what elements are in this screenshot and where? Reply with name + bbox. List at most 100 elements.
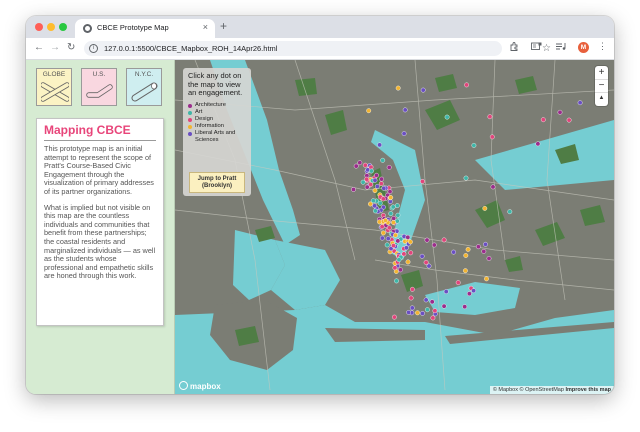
engagement-dot[interactable] [393,232,398,238]
engagement-dot[interactable] [374,184,380,189]
engagement-dot[interactable] [353,163,359,169]
engagement-dot[interactable] [429,299,435,305]
engagement-dot[interactable] [391,314,397,320]
forward-button[interactable]: → [50,41,60,55]
engagement-dot[interactable] [420,179,425,184]
profile-avatar[interactable]: M [578,42,589,53]
engagement-dot[interactable] [372,203,378,209]
extensions-icon[interactable] [510,42,519,53]
engagement-dot[interactable] [366,108,372,114]
engagement-dot[interactable] [387,189,393,195]
engagement-dot[interactable] [463,253,469,258]
engagement-dot[interactable] [380,230,386,236]
engagement-dot[interactable] [463,175,469,181]
engagement-dot[interactable] [392,265,398,271]
minimize-window-button[interactable] [47,23,55,31]
close-window-button[interactable] [35,23,43,31]
zoom-out-button[interactable]: − [595,79,608,93]
zoom-in-button[interactable]: + [595,66,608,80]
engagement-dot[interactable] [409,286,415,292]
engagement-dot[interactable] [466,291,472,297]
engagement-dot[interactable] [372,188,378,194]
engagement-dot[interactable] [420,87,426,93]
engagement-dot[interactable] [482,205,488,211]
engagement-dot[interactable] [372,208,378,214]
engagement-dot[interactable] [408,250,414,256]
engagement-dot[interactable] [388,211,394,217]
engagement-dot[interactable] [489,134,495,140]
engagement-dot[interactable] [441,237,447,243]
attribution-text[interactable]: © Mapbox © OpenStreetMap [493,387,564,393]
engagement-dot[interactable] [430,315,436,321]
engagement-dot[interactable] [401,251,407,257]
engagement-dot[interactable] [405,234,411,240]
engagement-dot[interactable] [380,157,386,163]
engagement-dot[interactable] [394,203,400,209]
engagement-dot[interactable] [357,160,363,166]
engagement-dot[interactable] [384,242,390,248]
engagement-dot[interactable] [377,142,383,148]
engagement-dot[interactable] [364,184,370,190]
engagement-dot[interactable] [396,257,402,263]
engagement-dot[interactable] [455,280,461,286]
engagement-dot[interactable] [432,308,438,314]
engagement-dot[interactable] [381,185,387,191]
engagement-dot[interactable] [475,244,481,250]
maximize-window-button[interactable] [59,23,67,31]
engagement-dot[interactable] [395,238,401,244]
engagement-dot[interactable] [391,243,396,249]
bookmark-star-icon[interactable]: ☆ [542,43,551,54]
engagement-dot[interactable] [383,217,388,223]
engagement-dot[interactable] [395,212,401,218]
engagement-dot[interactable] [370,198,376,204]
engagement-dot[interactable] [378,181,384,187]
site-info-icon[interactable]: i [89,44,98,53]
engagement-dot[interactable] [398,267,403,273]
engagement-dot[interactable] [464,82,469,88]
engagement-dot[interactable] [471,288,476,294]
engagement-dot[interactable] [364,176,370,182]
nyc-scope-button[interactable]: N.Y.C. [126,68,162,106]
reload-button[interactable]: ↻ [67,41,75,55]
engagement-dot[interactable] [486,256,492,261]
engagement-dot[interactable] [360,179,366,185]
engagement-dot[interactable] [566,117,572,123]
engagement-dot[interactable] [379,176,385,182]
engagement-dot[interactable] [368,168,374,174]
engagement-dot[interactable] [385,236,391,242]
engagement-dot[interactable] [424,307,430,313]
engagement-dot[interactable] [402,107,408,113]
engagement-dot[interactable] [481,248,487,254]
engagement-dot[interactable] [403,245,409,251]
compass-icon[interactable]: ▲ [595,92,608,105]
engagement-dot[interactable] [487,114,493,120]
engagement-dot[interactable] [419,253,425,259]
engagement-dot[interactable] [426,263,432,269]
us-scope-button[interactable]: U.S. [81,68,117,106]
engagement-dot[interactable] [423,297,429,303]
engagement-dot[interactable] [423,259,429,265]
tab-close-icon[interactable]: × [203,22,208,32]
engagement-dot[interactable] [444,114,450,120]
engagement-dot[interactable] [465,246,471,252]
engagement-dot[interactable] [443,289,449,295]
engagement-dot[interactable] [535,141,541,147]
browser-menu-icon[interactable]: ⋮ [598,41,607,52]
engagement-dot[interactable] [424,237,430,243]
back-button[interactable]: ← [34,41,44,55]
engagement-dot[interactable] [401,131,407,137]
jump-to-pratt-button[interactable]: Jump to Pratt (Brooklyn) [189,172,245,193]
engagement-dot[interactable] [441,303,447,309]
reading-mode-icon[interactable] [531,42,542,53]
engagement-dot[interactable] [415,310,420,316]
engagement-dot[interactable] [462,268,468,274]
globe-scope-button[interactable]: GLOBE [36,68,72,106]
engagement-dot[interactable] [377,200,383,206]
engagement-dot[interactable] [407,239,413,245]
engagement-dot[interactable] [351,187,356,192]
engagement-dot[interactable] [379,235,385,241]
engagement-dot[interactable] [420,310,425,316]
url-text[interactable]: 127.0.0.1:5500/CBCE_Mapbox_ROH_14Apr26.h… [104,44,277,53]
engagement-dot[interactable] [431,242,437,248]
engagement-dot[interactable] [390,204,396,210]
